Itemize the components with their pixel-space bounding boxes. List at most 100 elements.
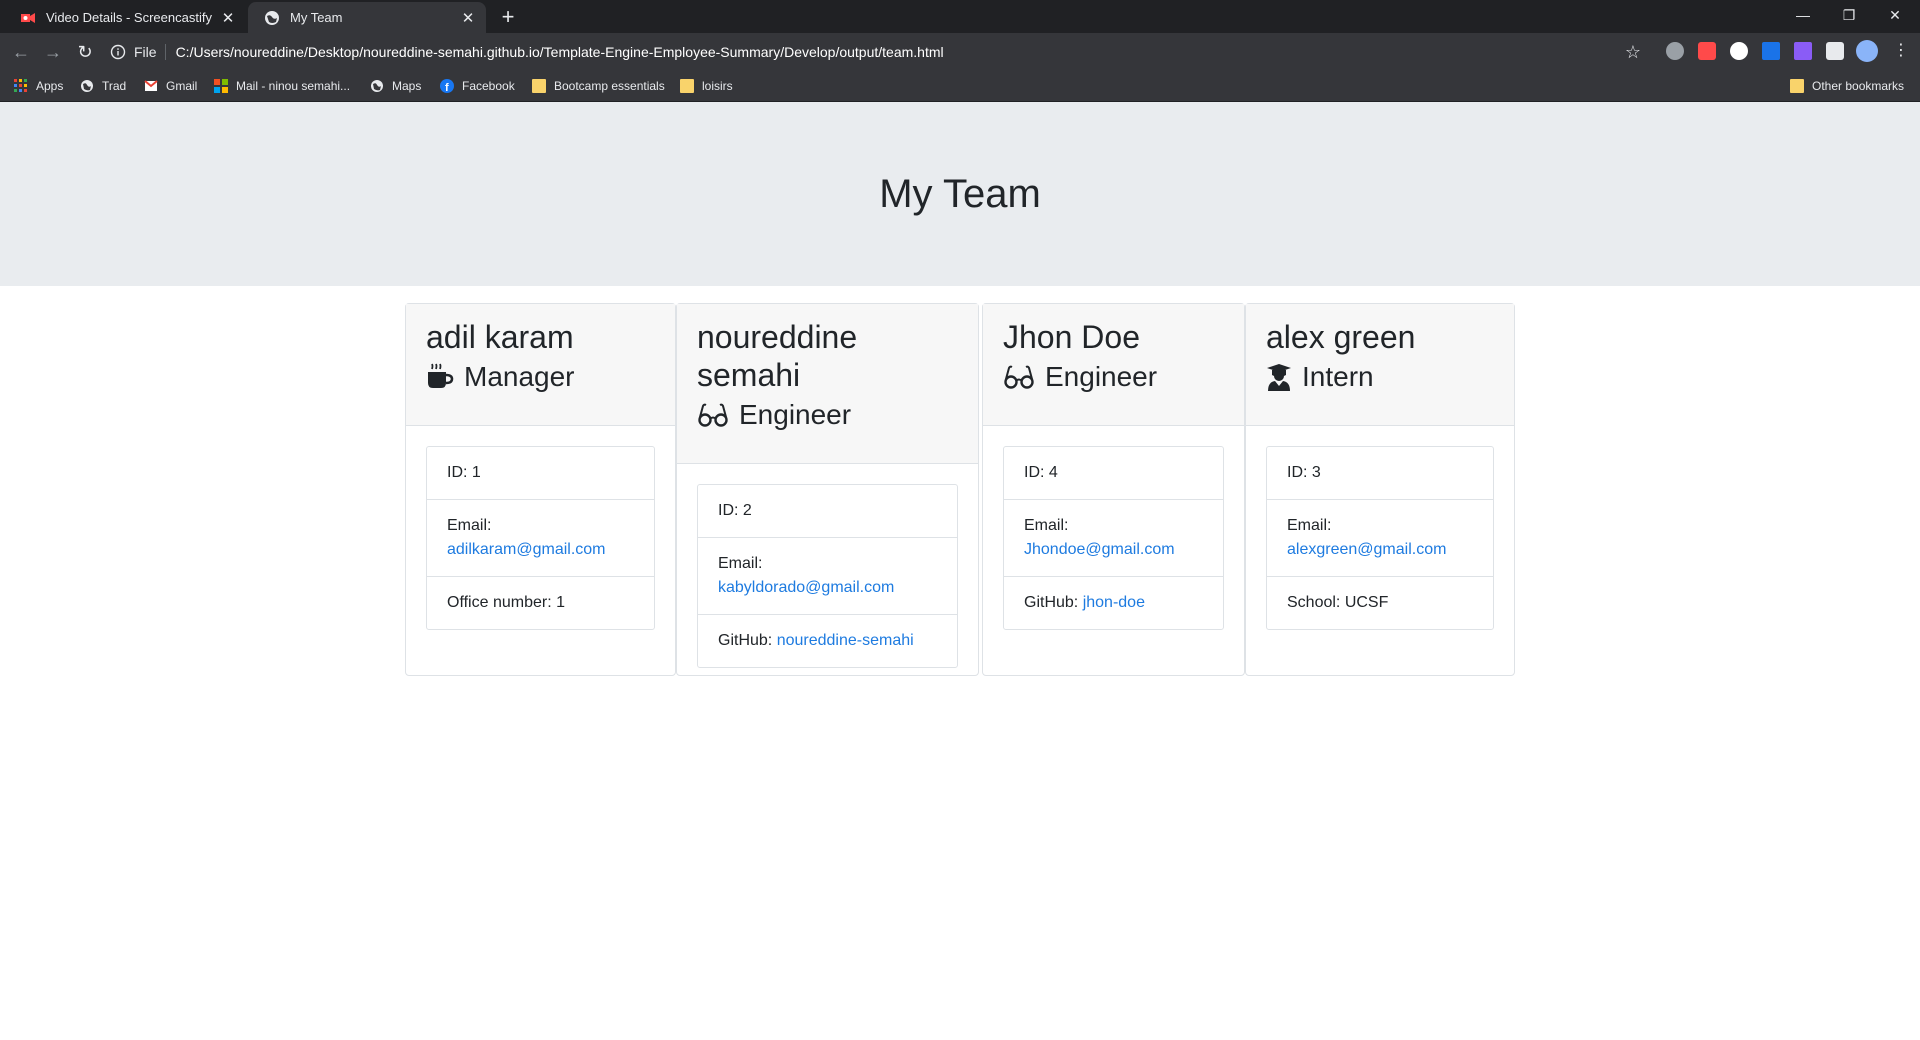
employee-role: Engineer [697,396,958,434]
bookmark-loisirs[interactable]: loisirs [680,77,733,95]
email-link[interactable]: adilkaram@gmail.com [447,541,606,558]
bookmark-label: Other bookmarks [1812,79,1905,93]
employee-card-intern: alex green Intern ID: 3 Email: alexgreen… [1245,303,1515,676]
email-row: Email: Jhondoe@gmail.com [1004,500,1223,577]
employee-card-manager: adil karam Manager ID: 1 Email: adilkara… [405,303,676,676]
close-tab-icon[interactable]: ✕ [220,10,236,27]
card-body: ID: 2 Email: kabyldorado@gmail.com GitHu… [677,464,978,688]
email-link[interactable]: kabyldorado@gmail.com [718,579,894,596]
tab-video-details[interactable]: Video Details - Screencastify ✕ [4,2,246,33]
screencastify-icon [21,12,35,23]
globe-icon [265,10,279,25]
card-body: ID: 4 Email: Jhondoe@gmail.com GitHub: j… [983,426,1244,650]
role-label: Manager [464,361,575,392]
bookmark-facebook[interactable]: f Facebook [440,77,515,95]
microsoft-icon [214,79,228,93]
browser-toolbar: ← → ↻ File C:/Users/noureddine/Desktop/n… [0,33,1920,70]
bookmark-bootcamp-essentials[interactable]: Bootcamp essentials [532,77,665,95]
role-label: Intern [1302,361,1374,392]
extension-icon[interactable] [1762,42,1780,60]
browser-tab-strip: Video Details - Screencastify ✕ My Team … [0,0,1920,33]
bookmark-label: Gmail [166,79,198,93]
close-tab-icon[interactable]: ✕ [460,10,476,27]
screencastify-extension-icon[interactable] [1698,42,1716,60]
bookmarks-bar: Apps Trad Gmail Mail - ninou semahi... M… [0,70,1920,102]
email-link[interactable]: Jhondoe@gmail.com [1024,541,1175,558]
reload-icon[interactable]: ↻ [74,41,96,63]
github-label: GitHub: [1024,594,1083,611]
bookmark-label: Bootcamp essentials [554,79,665,93]
email-label: Email: [447,517,492,534]
employee-card-engineer: noureddine semahi Engineer ID: 2 Email: … [676,303,979,676]
bookmark-gmail[interactable]: Gmail [144,77,197,95]
url-text[interactable]: C:/Users/noureddine/Desktop/noureddine-s… [176,44,944,60]
github-row: GitHub: jhon-doe [1004,577,1223,629]
card-header: adil karam Manager [406,304,675,426]
extension-icon[interactable] [1794,42,1812,60]
details-list: ID: 4 Email: Jhondoe@gmail.com GitHub: j… [1003,446,1224,630]
facebook-icon: f [440,79,454,93]
folder-icon [532,79,546,93]
email-row: Email: alexgreen@gmail.com [1267,500,1493,577]
office-number-row: Office number: 1 [447,594,565,611]
back-icon[interactable]: ← [10,41,32,63]
close-window-icon[interactable]: ✕ [1872,0,1918,30]
role-label: Engineer [739,399,852,430]
card-header: noureddine semahi Engineer [677,304,978,464]
minimize-icon[interactable]: — [1780,0,1826,30]
employee-role: Intern [1266,358,1494,396]
details-list: ID: 1 Email: adilkaram@gmail.com Office … [426,446,655,630]
card-body: ID: 3 Email: alexgreen@gmail.com School:… [1246,426,1514,650]
page-header: My Team [0,102,1920,286]
email-label: Email: [718,555,763,572]
new-tab-button[interactable]: + [496,6,520,30]
role-label: Engineer [1045,361,1158,392]
avatar[interactable] [1856,40,1878,62]
bookmark-apps[interactable]: Apps [14,77,63,95]
email-row: Email: adilkaram@gmail.com [427,500,654,577]
employee-name: adil karam [426,319,574,355]
id-row: ID: 2 [698,485,957,538]
bookmark-mail[interactable]: Mail - ninou semahi... [214,77,350,95]
tab-title: My Team [290,10,343,25]
star-icon[interactable]: ☆ [1622,41,1644,63]
card-header: alex green Intern [1246,304,1514,426]
card-body: ID: 1 Email: adilkaram@gmail.com Office … [406,426,675,650]
id-row: ID: 1 [427,447,654,500]
bookmark-trad[interactable]: Trad [80,77,126,95]
employee-card-engineer: Jhon Doe Engineer ID: 4 Email: Jhondoe@g… [982,303,1245,676]
graduate-icon [1267,364,1291,391]
employee-role: Manager [426,358,655,396]
employee-name: Jhon Doe [1003,319,1140,355]
tab-my-team[interactable]: My Team ✕ [248,2,486,33]
apps-grid-icon [14,79,27,92]
bookmark-label: Facebook [462,79,515,93]
folder-icon [1790,79,1804,93]
github-link[interactable]: jhon-doe [1083,594,1145,611]
glasses-icon [1004,365,1034,389]
address-bar[interactable]: File C:/Users/noureddine/Desktop/nouredd… [110,37,1640,66]
other-bookmarks[interactable]: Other bookmarks [1790,77,1904,95]
employee-role: Engineer [1003,358,1224,396]
bookmark-label: Trad [102,79,127,93]
details-list: ID: 3 Email: alexgreen@gmail.com School:… [1266,446,1494,630]
glasses-icon [698,403,728,427]
email-label: Email: [1024,517,1069,534]
page-content: My Team adil karam Manager ID: 1 Email: … [0,102,1920,1040]
puzzle-icon[interactable] [1826,42,1844,60]
restore-icon[interactable]: ❐ [1826,0,1872,30]
forward-icon[interactable]: → [42,41,64,63]
mug-icon [428,363,454,388]
info-icon[interactable] [110,44,126,60]
extension-icon[interactable] [1666,42,1684,60]
card-header: Jhon Doe Engineer [983,304,1244,426]
extension-icon[interactable] [1730,42,1748,60]
menu-icon[interactable]: ⋮ [1892,42,1910,60]
github-link[interactable]: noureddine-semahi [777,632,914,649]
gmail-icon [144,80,158,91]
email-row: Email: kabyldorado@gmail.com [698,538,957,615]
email-label: Email: [1287,517,1332,534]
email-link[interactable]: alexgreen@gmail.com [1287,541,1446,558]
employee-name: alex green [1266,319,1416,355]
bookmark-maps[interactable]: Maps [370,77,421,95]
